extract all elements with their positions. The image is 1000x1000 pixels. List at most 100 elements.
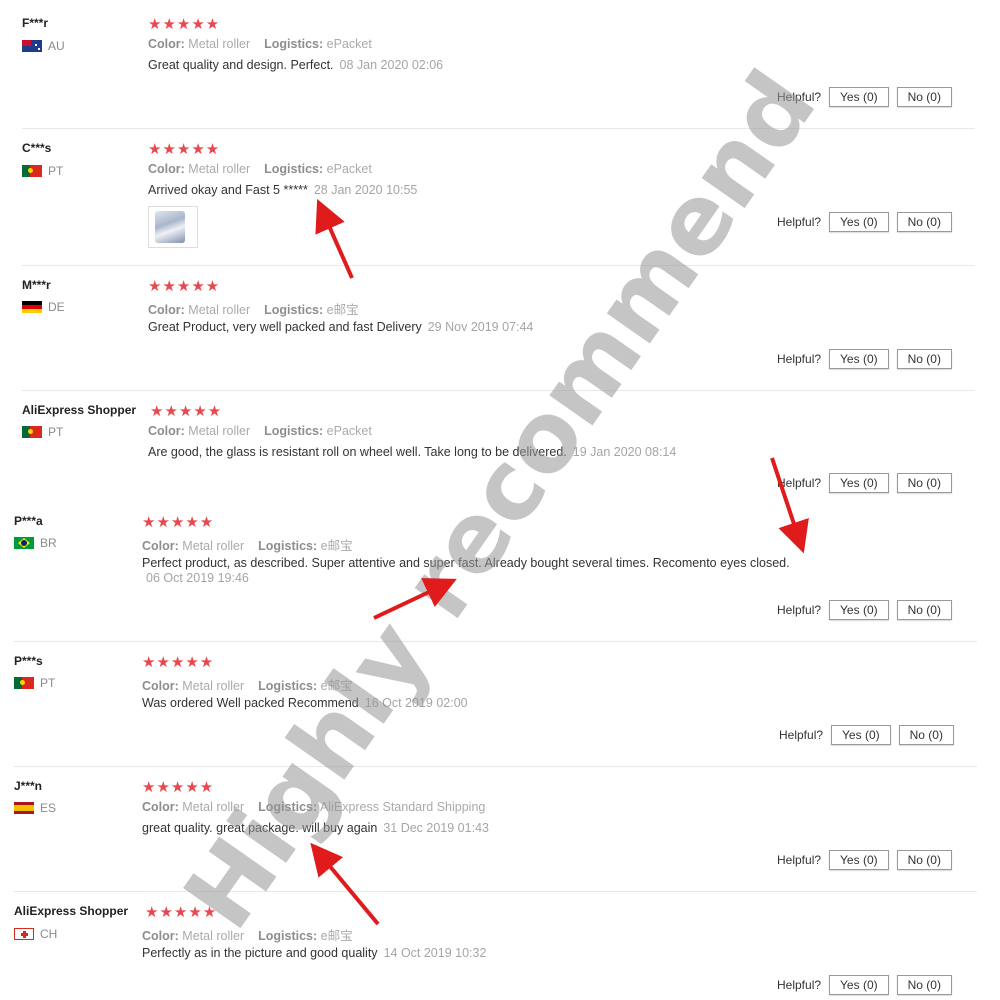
divider [22, 265, 975, 266]
helpful-no-button[interactable]: No (0) [896, 850, 952, 870]
logistics-label: Logistics: [264, 162, 324, 176]
review-photo-thumbnail[interactable] [148, 206, 198, 248]
review-date: 08 Jan 2020 02:06 [339, 58, 444, 72]
helpful-section: Helpful? Yes (0) No (0) [777, 600, 952, 620]
helpful-section: Helpful? Yes (0) No (0) [777, 975, 952, 995]
reviewer-name: M***r [22, 278, 51, 292]
reviewer-name: F***r [22, 16, 49, 30]
review-attributes: Color: Metal roller Logistics: AliExpress… [142, 800, 485, 814]
review-text: Great quality and design. Perfect. 08 Jan… [148, 58, 443, 72]
brazil-flag-icon [14, 537, 34, 549]
divider [14, 891, 977, 892]
arrow-icon [770, 457, 809, 554]
helpful-yes-button[interactable]: Yes (0) [829, 600, 889, 620]
helpful-no-button[interactable]: No (0) [896, 600, 952, 620]
helpful-yes-button[interactable]: Yes (0) [829, 87, 889, 107]
helpful-yes-button[interactable]: Yes (0) [829, 473, 889, 493]
switzerland-flag-icon [14, 928, 34, 940]
helpful-no-button[interactable]: No (0) [898, 725, 954, 745]
review-date: 19 Jan 2020 08:14 [572, 445, 677, 459]
helpful-yes-button[interactable]: Yes (0) [829, 212, 889, 232]
reviewer-name: AliExpress Shopper [22, 403, 137, 417]
logistics-value: AliExpress Standard Shipping [319, 800, 486, 814]
review-text: great quality. great package. will buy a… [142, 821, 489, 835]
review-attributes: Color: Metal roller Logistics: ePacket [148, 162, 372, 176]
helpful-label: Helpful? [777, 215, 822, 229]
helpful-yes-button[interactable]: Yes (0) [829, 975, 889, 995]
helpful-no-button[interactable]: No (0) [896, 87, 952, 107]
helpful-no-button[interactable]: No (0) [896, 349, 952, 369]
helpful-section: Helpful? Yes (0) No (0) [777, 87, 952, 107]
color-label: Color: [142, 539, 179, 553]
country-code: DE [48, 300, 65, 314]
star-rating: ★★★★★ [142, 514, 215, 531]
star-rating: ★★★★★ [148, 16, 221, 33]
review-date: 28 Jan 2020 10:55 [313, 183, 418, 197]
helpful-no-button[interactable]: No (0) [896, 975, 952, 995]
helpful-no-button[interactable]: No (0) [896, 212, 952, 232]
review-body: Are good, the glass is resistant roll on… [148, 445, 567, 459]
color-value: Metal roller [188, 303, 251, 317]
reviewer-country: AU [22, 39, 65, 53]
review-attributes: Color: Metal roller Logistics: e邮宝 [148, 299, 359, 318]
logistics-label: Logistics: [258, 800, 318, 814]
germany-flag-icon [22, 301, 42, 313]
review-date: 06 Oct 2019 19:46 [146, 571, 249, 585]
helpful-label: Helpful? [779, 728, 824, 742]
color-label: Color: [148, 162, 185, 176]
review-attributes: Color: Metal roller Logistics: e邮宝 [142, 675, 353, 694]
review-date: 16 Oct 2019 02:00 [364, 696, 468, 710]
logistics-value: ePacket [326, 37, 372, 51]
color-label: Color: [148, 37, 185, 51]
reviewer-country: PT [14, 676, 55, 690]
review-date: 29 Nov 2019 07:44 [427, 320, 534, 334]
star-rating: ★★★★★ [148, 141, 221, 158]
reviewer-name: P***s [14, 654, 43, 668]
arrow-icon [315, 199, 354, 279]
review-attributes: Color: Metal roller Logistics: e邮宝 [142, 535, 353, 554]
helpful-yes-button[interactable]: Yes (0) [831, 725, 891, 745]
logistics-label: Logistics: [264, 303, 324, 317]
divider [14, 641, 977, 642]
spain-flag-icon [14, 802, 34, 814]
helpful-yes-button[interactable]: Yes (0) [829, 349, 889, 369]
review-body: Great quality and design. Perfect. [148, 58, 334, 72]
helpful-label: Helpful? [777, 853, 822, 867]
country-code: ES [40, 801, 57, 815]
country-code: PT [48, 425, 64, 439]
helpful-section: Helpful? Yes (0) No (0) [777, 349, 952, 369]
reviewer-country: PT [22, 425, 63, 439]
reviewer-name: P***a [14, 514, 43, 528]
portugal-flag-icon [22, 426, 42, 438]
review-text: Was ordered Well packed Recommend 16 Oct … [142, 696, 468, 710]
review-body: great quality. great package. will buy a… [142, 821, 378, 835]
reviewer-country: CH [14, 927, 57, 941]
helpful-no-button[interactable]: No (0) [896, 473, 952, 493]
reviewer-name: J***n [14, 779, 43, 793]
star-rating: ★★★★★ [145, 904, 218, 921]
review-text: Great Product, very well packed and fast… [148, 320, 533, 334]
color-label: Color: [142, 679, 179, 693]
color-label: Color: [148, 424, 185, 438]
australia-flag-icon [22, 40, 42, 52]
helpful-yes-button[interactable]: Yes (0) [829, 850, 889, 870]
divider [22, 390, 975, 391]
color-label: Color: [142, 800, 179, 814]
color-value: Metal roller [182, 679, 245, 693]
helpful-label: Helpful? [777, 476, 822, 490]
review-text: Perfectly as in the picture and good qua… [142, 946, 486, 960]
logistics-label: Logistics: [264, 37, 324, 51]
review-date: 14 Oct 2019 10:32 [383, 946, 487, 960]
logistics-label: Logistics: [264, 424, 324, 438]
logistics-value: ePacket [326, 424, 372, 438]
helpful-label: Helpful? [777, 90, 822, 104]
color-value: Metal roller [182, 539, 245, 553]
reviewer-country: DE [22, 300, 65, 314]
country-code: AU [48, 39, 65, 53]
star-rating: ★★★★★ [148, 278, 221, 295]
logistics-label: Logistics: [258, 679, 318, 693]
color-label: Color: [142, 929, 179, 943]
review-body: Arrived okay and Fast 5 ***** [148, 183, 308, 197]
country-code: PT [40, 676, 56, 690]
review-body: Perfect product, as described. Super att… [142, 556, 790, 570]
